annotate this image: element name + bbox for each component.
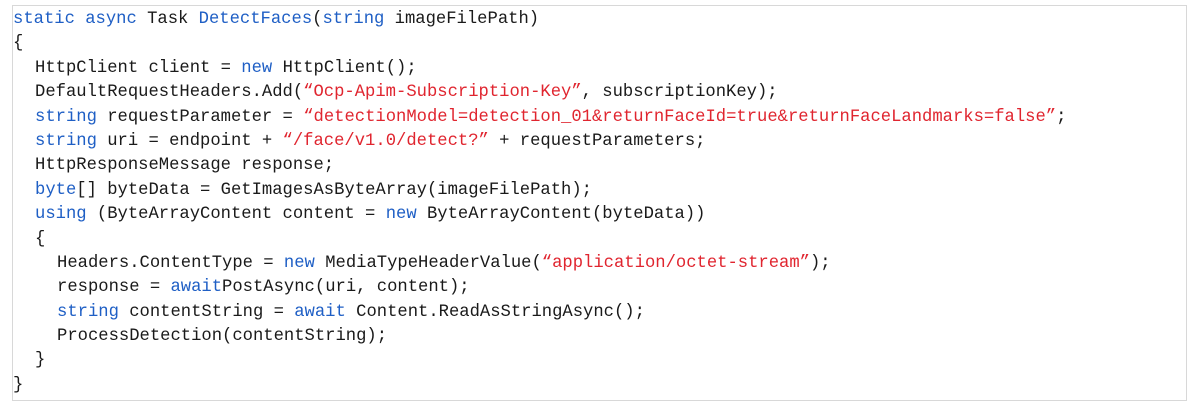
- code-text: (: [312, 10, 323, 29]
- code-text: }: [35, 351, 46, 371]
- code-line: Headers.ContentType = new MediaTypeHeade…: [13, 252, 1186, 276]
- code-text: Content.ReadAsStringAsync();: [345, 302, 645, 322]
- code-string: “detectionModel=detection_01&returnFaceI…: [303, 107, 1057, 127]
- code-keyword: using: [35, 205, 87, 225]
- code-keyword: string: [35, 131, 97, 151]
- code-line: ProcessDetection(contentString);: [13, 325, 1186, 349]
- code-keyword: await: [294, 302, 346, 322]
- code-string: “/face/v1.0/detect?”: [282, 131, 489, 151]
- code-text: ByteArrayContent(byteData)): [416, 205, 706, 225]
- code-line: string contentString = await Content.Rea…: [13, 301, 1186, 325]
- code-line: }: [13, 349, 1186, 373]
- code-text: ;: [1056, 107, 1067, 127]
- code-line: HttpResponseMessage response;: [13, 154, 1186, 178]
- code-keyword: string: [322, 10, 385, 29]
- code-line: {: [13, 228, 1186, 252]
- code-text: imageFilePath): [384, 10, 540, 29]
- code-line: HttpClient client = new HttpClient();: [13, 57, 1186, 81]
- code-text: contentString =: [118, 302, 295, 322]
- code-function-name: DetectFaces: [198, 10, 313, 29]
- code-text: , subscriptionKey);: [581, 83, 778, 103]
- code-text: ProcessDetection(contentString);: [57, 327, 388, 347]
- code-text: DefaultRequestHeaders.Add(: [35, 83, 304, 103]
- code-keyword: static async: [13, 10, 148, 29]
- code-line: static async Task DetectFaces(string ima…: [13, 8, 1186, 32]
- code-keyword: string: [57, 302, 119, 322]
- code-text: (ByteArrayContent content =: [86, 205, 386, 225]
- code-line: string requestParameter = “detectionMode…: [13, 106, 1186, 130]
- code-string: “application/octet-stream”: [541, 253, 810, 273]
- code-keyword: byte: [35, 180, 77, 200]
- code-block: static async Task DetectFaces(string ima…: [12, 5, 1187, 401]
- code-text: {: [13, 34, 24, 54]
- code-line: byte[] byteData = GetImagesAsByteArray(i…: [13, 179, 1186, 203]
- code-text: [] byteData = GetImagesAsByteArray(image…: [76, 180, 592, 200]
- code-text: uri = endpoint +: [96, 131, 283, 151]
- code-keyword: new: [385, 205, 417, 225]
- code-line: DefaultRequestHeaders.Add(“Ocp-Apim-Subs…: [13, 81, 1186, 105]
- code-text: Headers.ContentType =: [57, 253, 284, 273]
- code-line: string uri = endpoint + “/face/v1.0/dete…: [13, 130, 1186, 154]
- code-text: Task: [147, 10, 199, 29]
- code-line: }: [13, 374, 1186, 398]
- code-text: MediaTypeHeaderValue(: [314, 253, 542, 273]
- code-text: HttpResponseMessage response;: [35, 156, 335, 176]
- code-line: {: [13, 32, 1186, 56]
- code-keyword: new: [241, 58, 273, 78]
- code-text: }: [13, 375, 24, 395]
- code-text: {: [35, 229, 46, 249]
- code-text: HttpClient();: [272, 58, 417, 78]
- code-text: PostAsync(uri, content);: [222, 278, 470, 298]
- code-line: response = awaitPostAsync(uri, content);: [13, 276, 1186, 300]
- code-keyword: await: [170, 278, 223, 298]
- code-keyword: string: [35, 107, 97, 127]
- code-line: using (ByteArrayContent content = new By…: [13, 203, 1186, 227]
- code-text: response =: [57, 278, 171, 298]
- code-text: );: [809, 253, 831, 273]
- code-keyword: new: [283, 253, 315, 273]
- code-text: requestParameter =: [96, 107, 304, 127]
- code-text: HttpClient client =: [35, 58, 242, 78]
- code-string: “Ocp-Apim-Subscription-Key”: [303, 83, 582, 103]
- code-text: + requestParameters;: [488, 131, 706, 151]
